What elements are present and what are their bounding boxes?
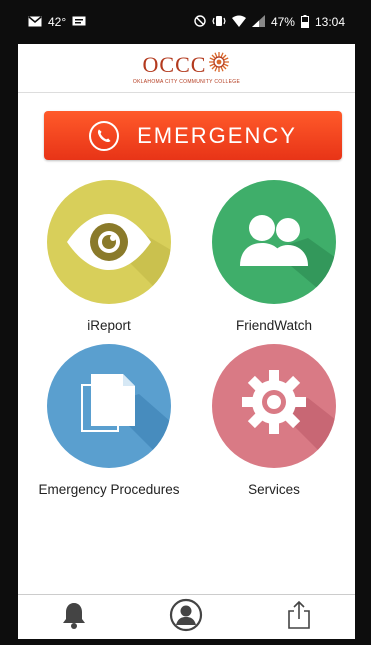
battery-percent-text: 47% bbox=[270, 15, 295, 29]
device-bezel-right bbox=[355, 0, 371, 645]
share-icon bbox=[286, 600, 312, 635]
app-screen: OCCC OKLAHOMA CITY COMMUNITY COLLEGE EME… bbox=[18, 44, 355, 639]
logo-text: OCCC bbox=[142, 51, 207, 77]
mute-icon bbox=[194, 15, 206, 29]
status-right: 47% 13:04 bbox=[194, 14, 345, 30]
nav-share-button[interactable] bbox=[269, 597, 329, 637]
ireport-circle bbox=[47, 180, 171, 304]
services-tile[interactable]: Services bbox=[194, 344, 354, 497]
friendwatch-circle bbox=[212, 180, 336, 304]
friendwatch-label: FriendWatch bbox=[235, 318, 313, 333]
app-frame: 42° 47% 13:04 OCCC OKLAHOMA CITY COMMUNI… bbox=[0, 0, 371, 645]
status-left: 42° bbox=[28, 15, 86, 29]
occc-logo: OCCC bbox=[143, 51, 231, 78]
phone-icon bbox=[89, 120, 120, 151]
eye-icon bbox=[67, 214, 171, 304]
vibrate-icon bbox=[212, 15, 226, 29]
bottom-nav bbox=[18, 594, 355, 639]
status-bar: 42° 47% 13:04 bbox=[18, 0, 355, 44]
device-bezel-left bbox=[0, 0, 18, 645]
nav-alerts-button[interactable] bbox=[44, 597, 104, 637]
nav-profile-button[interactable] bbox=[156, 597, 216, 637]
emergency-label: EMERGENCY bbox=[137, 122, 297, 148]
profile-icon bbox=[169, 598, 203, 637]
services-circle bbox=[212, 344, 336, 468]
ireport-tile[interactable]: iReport bbox=[29, 180, 189, 333]
gmail-icon bbox=[28, 15, 42, 29]
services-label: Services bbox=[248, 482, 300, 497]
gear-icon bbox=[242, 370, 336, 468]
bell-icon bbox=[61, 601, 87, 634]
message-icon bbox=[72, 16, 86, 29]
people-icon bbox=[240, 215, 336, 304]
emergency-procedures-circle bbox=[47, 344, 171, 468]
device-bezel-bottom bbox=[0, 639, 371, 645]
clock-text: 13:04 bbox=[314, 15, 345, 29]
app-header: OCCC OKLAHOMA CITY COMMUNITY COLLEGE bbox=[18, 44, 355, 93]
emergency-button[interactable]: EMERGENCY bbox=[44, 111, 342, 160]
emergency-procedures-label: Emergency Procedures bbox=[38, 482, 180, 497]
wifi-icon bbox=[231, 15, 246, 29]
battery-icon bbox=[300, 14, 309, 30]
signal-icon bbox=[251, 15, 265, 29]
temperature-text: 42° bbox=[48, 15, 67, 29]
documents-icon bbox=[81, 374, 171, 468]
logo-subtitle: OKLAHOMA CITY COMMUNITY COLLEGE bbox=[132, 79, 241, 85]
emergency-procedures-tile[interactable]: Emergency Procedures bbox=[29, 344, 189, 497]
ireport-label: iReport bbox=[87, 318, 131, 333]
sunburst-logo-icon bbox=[208, 51, 230, 78]
friendwatch-tile[interactable]: FriendWatch bbox=[194, 180, 354, 333]
